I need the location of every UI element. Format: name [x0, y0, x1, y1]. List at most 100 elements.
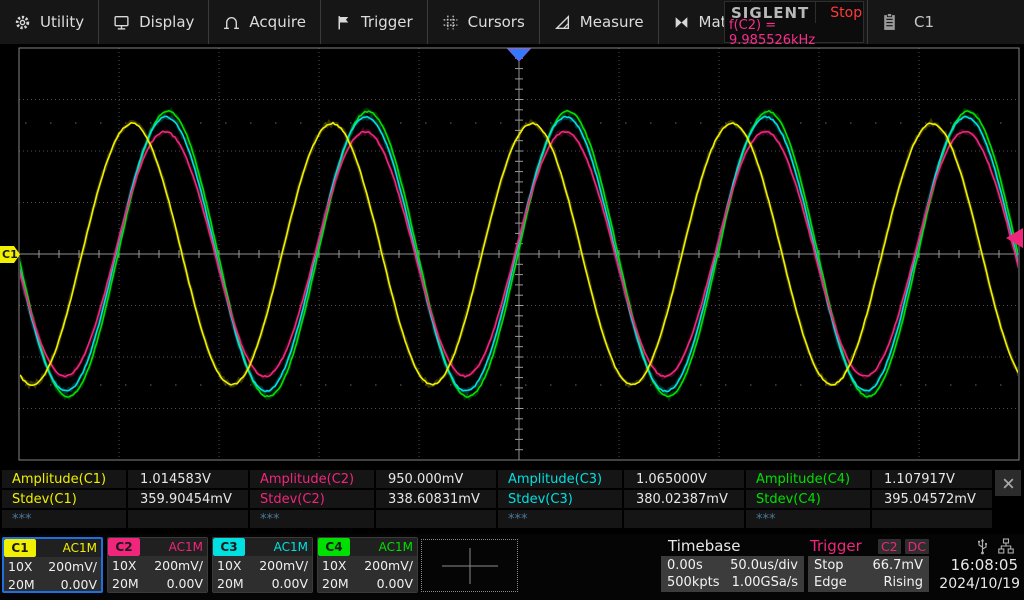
- clock-block[interactable]: 16:08:05 2024/10/19: [934, 536, 1022, 594]
- measure-value: [624, 510, 744, 528]
- measurement-panel: Amplitude(C1) 1.014583V Stdev(C1) 359.90…: [0, 468, 1024, 530]
- measure-label: Stdev(C2): [250, 490, 374, 508]
- menu-trigger-label: Trigger: [361, 13, 413, 31]
- menu-acquire[interactable]: Acquire: [209, 0, 321, 44]
- trigger-source: C2: [878, 539, 901, 554]
- channel-probe: 10X: [8, 559, 32, 574]
- bottom-bar: C1 AC1M 10X 200mV/ 20M 0.00V C2 AC1M 10X 20…: [0, 534, 1024, 600]
- channel-bandwidth: 20M: [112, 576, 139, 591]
- close-icon: [1002, 477, 1015, 490]
- menu-cursors[interactable]: Cursors: [428, 0, 540, 44]
- channel-coupling: AC1M: [245, 538, 312, 556]
- menu-bar: Utility Display Acquire Trigger: [0, 0, 1024, 44]
- channel-box-c1[interactable]: C1 AC1M 10X 200mV/ 20M 0.00V: [2, 537, 103, 593]
- display-icon: [113, 14, 130, 31]
- measure-value: [872, 510, 992, 528]
- timebase-block[interactable]: Timebase 0.00s 50.0us/div 500kpts 1.00GSa/…: [661, 536, 804, 592]
- empty-channel-slot[interactable]: [421, 539, 518, 592]
- channel-offset: 0.00V: [377, 576, 413, 591]
- trigger-title: Trigger: [810, 537, 862, 555]
- channel-badge: C4: [318, 538, 350, 556]
- cursors-icon: [442, 14, 459, 31]
- close-measurements-button[interactable]: [995, 470, 1021, 496]
- trigger-block[interactable]: Trigger C2 DC Stop66.7mV EdgeRising: [808, 536, 929, 592]
- channel-bandwidth: 20M: [8, 577, 35, 592]
- channel-offset: 0.00V: [167, 576, 203, 591]
- measure-placeholder[interactable]: ***: [2, 510, 126, 528]
- channel-box-c4[interactable]: C4 AC1M 10X200mV/ 20M0.00V: [317, 537, 418, 593]
- measure-value: 338.60831mV: [376, 490, 496, 508]
- menu-cursors-label: Cursors: [468, 13, 525, 31]
- flag-icon: [335, 14, 352, 31]
- trigger-type: Edge: [814, 575, 847, 590]
- measure-label: Amplitude(C3): [498, 470, 622, 488]
- measure-label: Stdev(C1): [2, 490, 126, 508]
- measure-value: 1.107917V: [872, 470, 992, 488]
- measure-placeholder[interactable]: ***: [746, 510, 870, 528]
- math-icon: [673, 14, 690, 31]
- menu-utility[interactable]: Utility: [0, 0, 99, 44]
- menu-trigger[interactable]: Trigger: [321, 0, 428, 44]
- trigger-status: Stop: [814, 558, 844, 573]
- measure-icon: [554, 14, 571, 31]
- clock-time: 16:08:05: [934, 556, 1022, 575]
- trigger-coupling: DC: [905, 539, 929, 554]
- measurement-group-c4[interactable]: Amplitude(C4) 1.107917V Stdev(C4) 395.04…: [746, 470, 992, 528]
- channel-coupling: AC1M: [36, 539, 101, 557]
- clipboard-icon: [882, 13, 897, 31]
- channel-scale: 200mV/: [154, 558, 203, 573]
- measure-label: Amplitude(C1): [2, 470, 126, 488]
- menu-measure[interactable]: Measure: [540, 0, 659, 44]
- timebase-title: Timebase: [661, 536, 804, 556]
- timebase-sample-rate: 1.00GSa/s: [732, 575, 798, 590]
- measure-label: Stdev(C4): [746, 490, 870, 508]
- channel-badge: C1: [4, 539, 36, 557]
- crosshair-icon: [440, 546, 500, 586]
- measurement-group-c1[interactable]: Amplitude(C1) 1.014583V Stdev(C1) 359.90…: [2, 470, 248, 528]
- measure-value: [376, 510, 496, 528]
- measure-label: Amplitude(C2): [250, 470, 374, 488]
- menu-display-label: Display: [139, 13, 194, 31]
- measure-value: 1.065000V: [624, 470, 744, 488]
- clock-date: 2024/10/19: [934, 575, 1022, 594]
- channel-scale: 200mV/: [48, 559, 97, 574]
- channel-probe: 10X: [322, 558, 346, 573]
- timebase-delay: 0.00s: [667, 558, 703, 573]
- channel-bandwidth: 20M: [322, 576, 349, 591]
- channel-offset: 0.00V: [61, 577, 97, 592]
- measure-placeholder[interactable]: ***: [250, 510, 374, 528]
- channel-probe: 10X: [217, 558, 241, 573]
- channel-badge: C2: [108, 538, 140, 556]
- measure-value: [128, 510, 248, 528]
- active-channel-label: C1: [914, 13, 934, 31]
- channel-box-c3[interactable]: C3 AC1M 10X 200mV/ 20M 0.00V: [212, 537, 313, 593]
- menu-measure-label: Measure: [580, 13, 644, 31]
- measure-value: 380.02387mV: [624, 490, 744, 508]
- menu-acquire-label: Acquire: [249, 13, 306, 31]
- lan-icon: [998, 538, 1014, 554]
- acquire-icon: [223, 14, 240, 31]
- menu-utility-label: Utility: [40, 13, 84, 31]
- measurement-group-c3[interactable]: Amplitude(C3) 1.065000V Stdev(C3) 380.02…: [498, 470, 744, 528]
- measure-label: Stdev(C3): [498, 490, 622, 508]
- channel-scale: 200mV/: [259, 558, 308, 573]
- measure-placeholder[interactable]: ***: [498, 510, 622, 528]
- status-block: SIGLENT Stop f(C2) = 9.985526kHz: [724, 1, 864, 43]
- oscilloscope-screen: C1 Utility Display Acquire: [0, 0, 1024, 600]
- channel-bandwidth: 20M: [217, 576, 244, 591]
- measure-value: 395.04572mV: [872, 490, 992, 508]
- menu-display[interactable]: Display: [99, 0, 209, 44]
- timebase-memory: 500kpts: [667, 575, 719, 590]
- active-channel-indicator[interactable]: C1: [882, 0, 934, 44]
- measure-label: Amplitude(C4): [746, 470, 870, 488]
- channel-offset: 0.00V: [272, 576, 308, 591]
- frequency-counter: f(C2) = 9.985526kHz: [725, 23, 863, 42]
- measure-value: 359.90454mV: [128, 490, 248, 508]
- channel-badge: C3: [213, 538, 245, 556]
- measure-value: 1.014583V: [128, 470, 248, 488]
- measurement-group-c2[interactable]: Amplitude(C2) 950.000mV Stdev(C2) 338.60…: [250, 470, 496, 528]
- timebase-scale: 50.0us/div: [730, 558, 798, 573]
- channel-box-c2[interactable]: C2 AC1M 10X200mV/ 20M0.00V: [107, 537, 208, 593]
- measure-value: 950.000mV: [376, 470, 496, 488]
- trigger-position-marker[interactable]: [508, 49, 530, 61]
